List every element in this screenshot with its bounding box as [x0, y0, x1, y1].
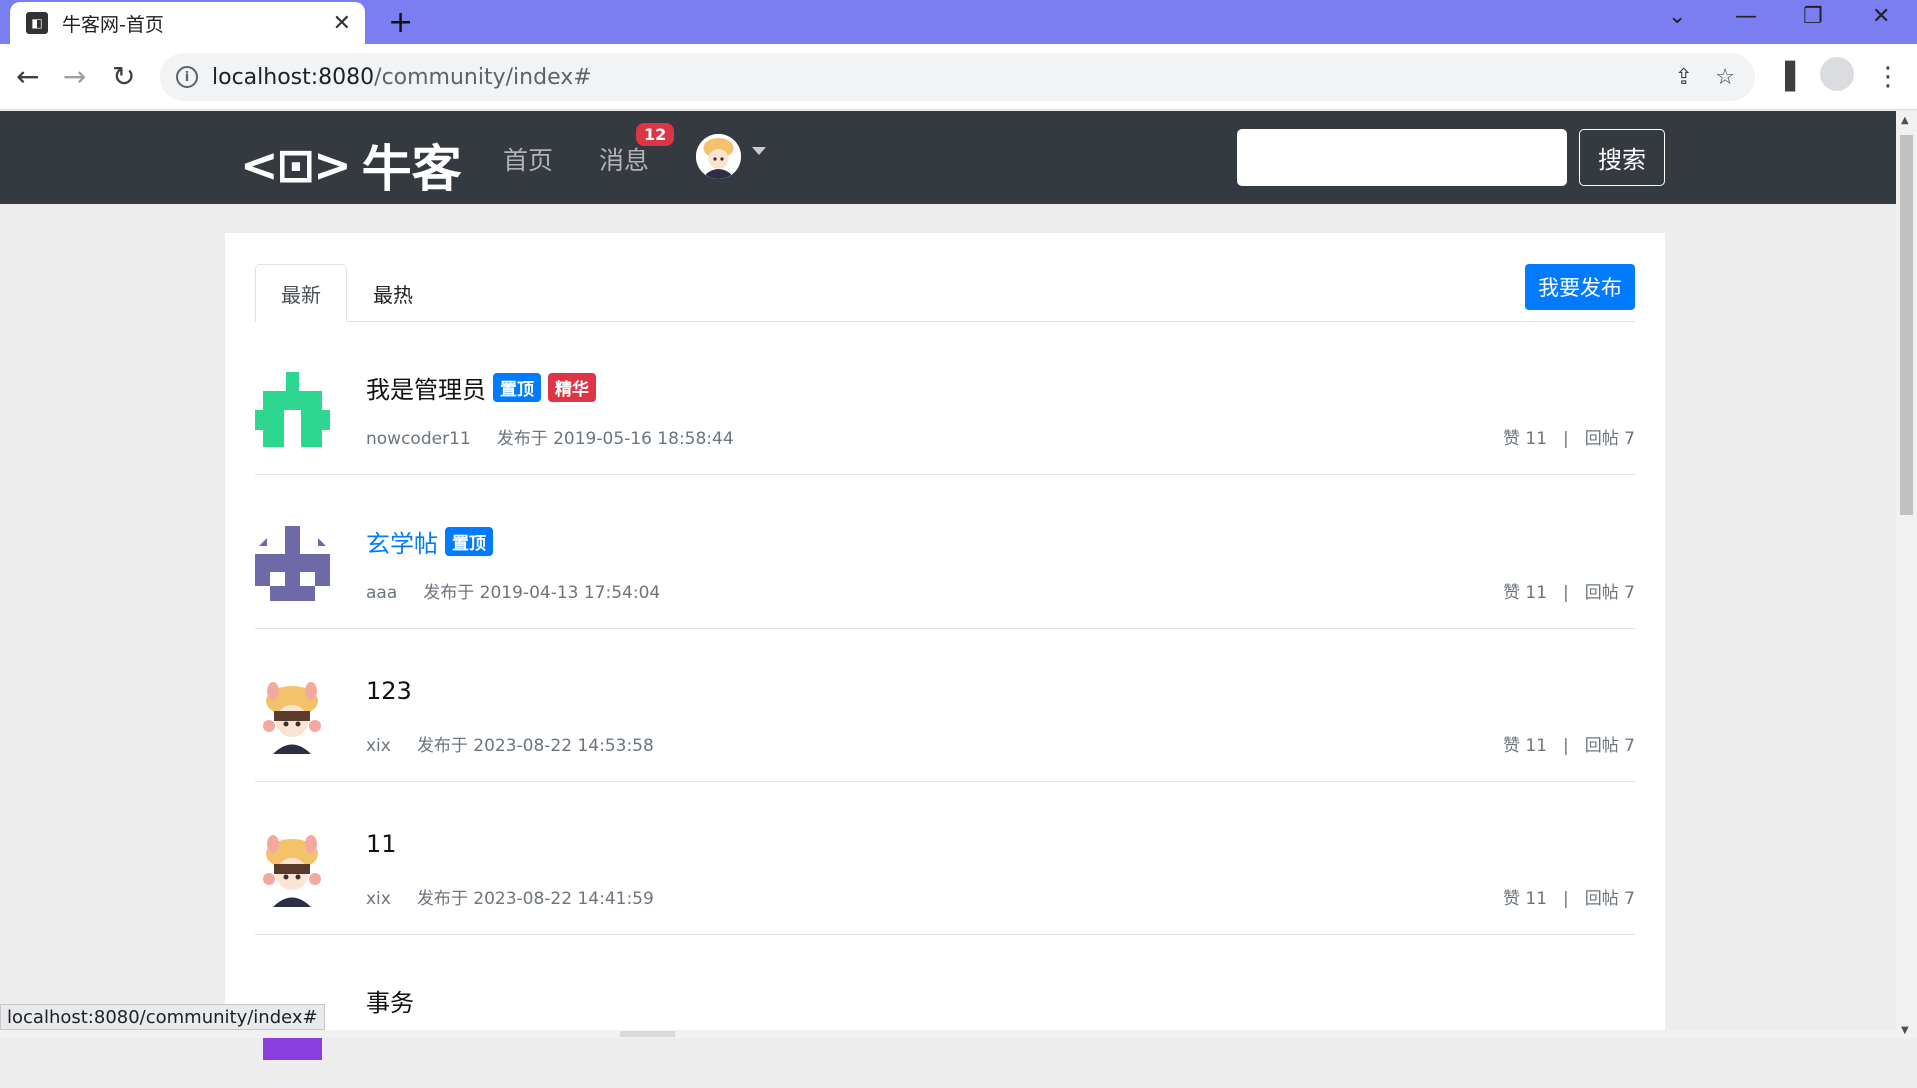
address-bar[interactable]: i localhost:8080/community/index# ⇪ ☆: [160, 53, 1755, 101]
post-author[interactable]: nowcoder11: [366, 429, 471, 449]
browser-toolbar: ← → ↻ i localhost:8080/community/index# …: [0, 44, 1917, 110]
like-count: 赞 11: [1502, 736, 1548, 756]
post-author[interactable]: aaa: [366, 583, 397, 603]
stats-separator: |: [1563, 429, 1569, 449]
post-stats: 赞 11 | 回帖 7: [1503, 424, 1635, 449]
scrollbar-thumb[interactable]: [1900, 135, 1913, 515]
search-input[interactable]: [1237, 129, 1567, 186]
purple-identicon-avatar[interactable]: [255, 526, 330, 601]
scroll-up-icon[interactable]: ▲: [1901, 115, 1909, 126]
minimize-icon[interactable]: —: [1735, 4, 1757, 29]
cartoon-girl-avatar[interactable]: [255, 679, 330, 754]
browser-tab-strip: ◧ 牛客网-首页 ✕ + ⌄ — ❐ ✕: [0, 0, 1917, 44]
post-stats: 赞 11 | 回帖 7: [1503, 731, 1635, 756]
like-count: 赞 11: [1502, 583, 1548, 603]
stats-separator: |: [1563, 583, 1569, 603]
pinned-tag: 置顶: [493, 373, 541, 402]
share-icon[interactable]: ⇪: [1675, 65, 1693, 90]
url-text[interactable]: localhost:8080/community/index#: [212, 65, 592, 90]
post-meta: aaa 发布于 2019-04-13 17:54:04: [366, 578, 660, 603]
tab-hot[interactable]: 最热: [347, 264, 439, 322]
pinned-tag: 置顶: [445, 527, 493, 556]
new-tab-icon[interactable]: +: [388, 5, 413, 40]
nav-messages[interactable]: 消息: [599, 141, 649, 177]
post-author[interactable]: xix: [366, 736, 391, 756]
nav-home[interactable]: 首页: [503, 141, 553, 177]
back-icon[interactable]: ←: [16, 60, 39, 93]
post-stats: 赞 11 | 回帖 7: [1503, 578, 1635, 603]
tab-latest[interactable]: 最新: [255, 264, 347, 322]
close-window-icon[interactable]: ✕: [1872, 4, 1890, 29]
list-item: 123 xix 发布于 2023-08-22 14:53:58 赞 11 | 回帖 7: [255, 629, 1635, 782]
post-meta: xix 发布于 2023-08-22 14:41:59: [366, 884, 654, 909]
vertical-scrollbar[interactable]: ▲ ▼: [1896, 111, 1917, 1038]
reply-count: 回帖 7: [1584, 736, 1635, 756]
nowcoder-logo-icon: <⊡>: [240, 138, 352, 192]
horizontal-scrollbar-thumb[interactable]: [620, 1031, 675, 1037]
reply-count: 回帖 7: [1584, 429, 1635, 449]
post-date: 发布于 2019-05-16 18:58:44: [496, 429, 734, 449]
tab-search-chevron-icon[interactable]: ⌄: [1668, 4, 1686, 29]
browser-tab[interactable]: ◧ 牛客网-首页 ✕: [10, 2, 365, 44]
cartoon-girl-avatar[interactable]: [255, 832, 330, 907]
stats-separator: |: [1563, 736, 1569, 756]
list-item: 11 xix 发布于 2023-08-22 14:41:59 赞 11 | 回帖 7: [255, 782, 1635, 935]
post-title[interactable]: 事务: [366, 983, 414, 1018]
reply-count: 回帖 7: [1584, 583, 1635, 603]
green-identicon-avatar[interactable]: [255, 372, 330, 447]
search-button[interactable]: 搜索: [1579, 129, 1665, 186]
site-logo[interactable]: <⊡> 牛客: [240, 129, 462, 201]
site-header: <⊡> 牛客 首页 消息 12 搜索: [0, 111, 1896, 204]
post-title[interactable]: 11: [366, 830, 397, 858]
horizontal-scrollbar[interactable]: [0, 1030, 1896, 1038]
post-list-card: 最新 最热 我要发布 我是管理员 置顶 精华 nowcoder11 发布于 201…: [225, 233, 1665, 1060]
nowcoder-favicon-icon: ◧: [26, 12, 48, 34]
menu-kebab-icon[interactable]: ⋮: [1875, 62, 1901, 92]
post-date: 发布于 2019-04-13 17:54:04: [423, 583, 661, 603]
stats-separator: |: [1563, 889, 1569, 909]
reply-count: 回帖 7: [1584, 889, 1635, 909]
publish-post-button[interactable]: 我要发布: [1525, 264, 1635, 310]
tab-title: 牛客网-首页: [62, 13, 164, 36]
restore-icon[interactable]: ❐: [1803, 4, 1823, 29]
scroll-down-icon[interactable]: ▼: [1901, 1025, 1909, 1036]
list-item: 事务: [255, 935, 1635, 1088]
user-menu-chevron-down-icon[interactable]: [752, 147, 766, 155]
post-meta: nowcoder11 发布于 2019-05-16 18:58:44: [366, 424, 734, 449]
user-avatar[interactable]: [696, 134, 741, 179]
post-title[interactable]: 玄学帖 置顶: [366, 524, 493, 559]
profile-avatar-icon[interactable]: [1820, 57, 1854, 91]
list-item: 玄学帖 置顶 aaa 发布于 2019-04-13 17:54:04 赞 11 | 回…: [255, 476, 1635, 629]
side-panel-icon[interactable]: ▐: [1775, 62, 1795, 92]
site-info-icon[interactable]: i: [176, 66, 198, 88]
post-title[interactable]: 我是管理员 置顶 精华: [366, 370, 596, 405]
bookmark-star-icon[interactable]: ☆: [1715, 65, 1735, 90]
reload-icon[interactable]: ↻: [112, 60, 135, 93]
like-count: 赞 11: [1502, 429, 1548, 449]
post-stats: 赞 11 | 回帖 7: [1503, 884, 1635, 909]
post-meta: xix 发布于 2023-08-22 14:53:58: [366, 731, 654, 756]
link-status-bar: localhost:8080/community/index#: [0, 1004, 325, 1030]
post-title[interactable]: 123: [366, 677, 412, 705]
post-date: 发布于 2023-08-22 14:53:58: [416, 736, 654, 756]
forward-icon[interactable]: →: [63, 60, 86, 93]
close-tab-icon[interactable]: ✕: [333, 11, 351, 36]
post-author[interactable]: xix: [366, 889, 391, 909]
post-date: 发布于 2023-08-22 14:41:59: [416, 889, 654, 909]
list-item: 我是管理员 置顶 精华 nowcoder11 发布于 2019-05-16 18:…: [255, 322, 1635, 475]
logo-text: 牛客: [361, 140, 462, 198]
message-count-badge: 12: [636, 123, 675, 146]
like-count: 赞 11: [1502, 889, 1548, 909]
featured-tag: 精华: [548, 373, 596, 402]
